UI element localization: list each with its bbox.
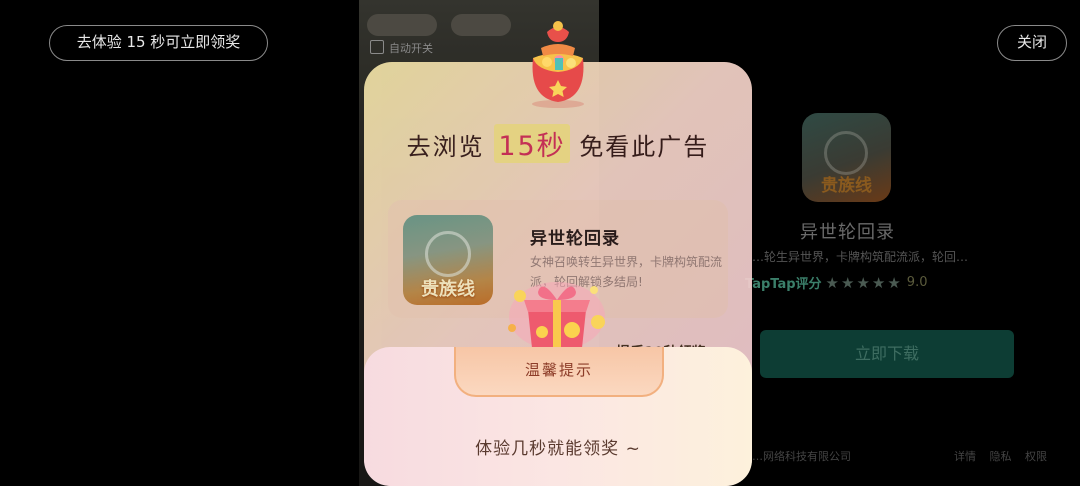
tip-sheet-tab: 温馨提示 — [454, 347, 664, 397]
taptap-rating-label: TapTap评分 — [745, 277, 822, 292]
rating-stars-icon: ★★★★★ — [825, 273, 903, 292]
game-hud-right — [451, 14, 511, 36]
lucky-jar-icon — [532, 21, 584, 108]
background-app-icon: 贵族线 — [802, 113, 891, 202]
modal-title-highlight: 15秒 — [494, 124, 570, 163]
modal-title: 去浏览 15秒 免看此广告 — [364, 124, 752, 163]
tip-message: 体验几秒就能领奖 ~ — [475, 439, 641, 459]
download-button[interactable]: 立即下载 — [760, 330, 1014, 378]
company-name: …网络科技有限公司 — [752, 450, 851, 463]
background-app-icon-brand: 贵族线 — [821, 176, 872, 196]
app-name: 异世轮回录 — [530, 229, 620, 249]
footer-links[interactable]: 详情 隐私 权限 — [954, 448, 1047, 464]
rating-score: 9.0 — [906, 275, 928, 290]
auto-checkbox-label: 自动开关 — [389, 42, 433, 55]
app-icon: 贵族线 — [403, 215, 493, 305]
background-app-title: 异世轮回录 — [800, 222, 895, 243]
background-app-description: …轮生异世界，卡牌构筑配流派，轮回… — [752, 250, 969, 264]
modal-title-suffix: 免看此广告 — [579, 133, 710, 161]
reward-countdown-button[interactable]: 去体验 15 秒可立即领奖 — [49, 25, 268, 61]
auto-checkbox — [370, 40, 384, 54]
game-hud-left — [367, 14, 437, 36]
close-button[interactable]: 关闭 — [997, 25, 1067, 61]
background-app-rating: TapTap评分 ★★★★★ 9.0 — [745, 273, 928, 293]
app-icon-brand: 贵族线 — [421, 279, 475, 300]
modal-title-prefix: 去浏览 — [406, 133, 485, 161]
